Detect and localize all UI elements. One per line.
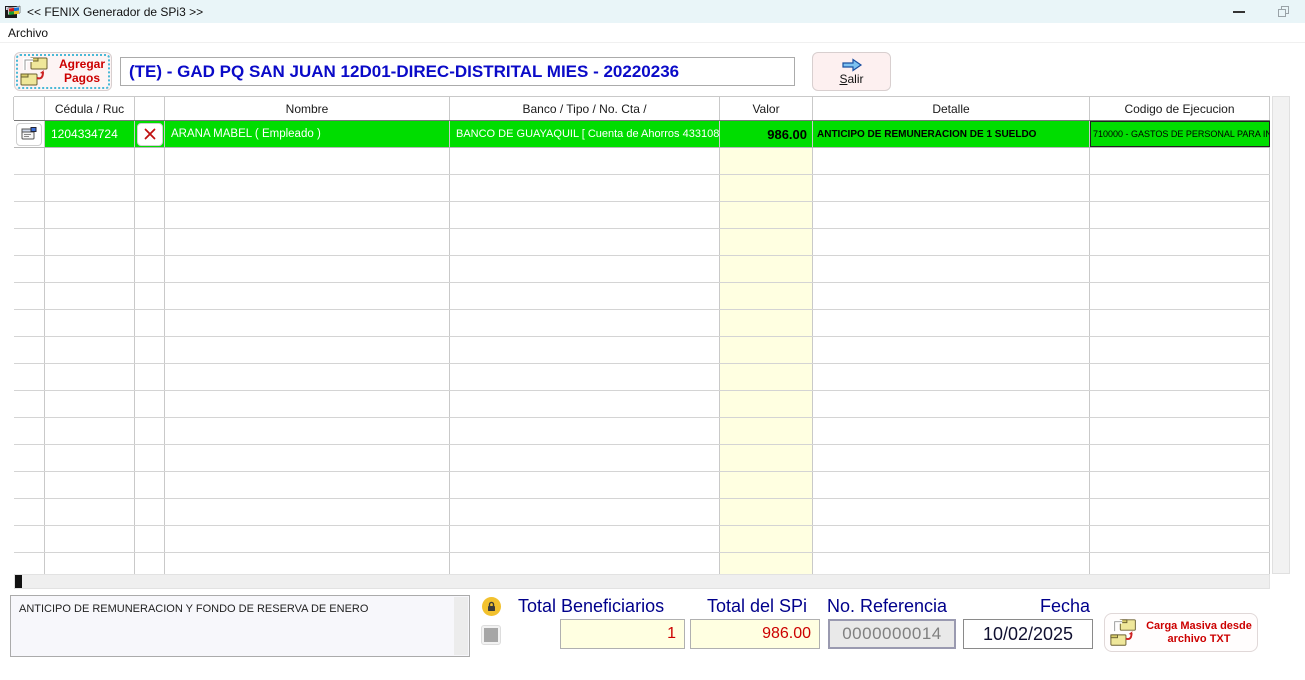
row-edit-cell	[14, 121, 45, 147]
table-row-empty[interactable]	[14, 445, 1270, 472]
carga-masiva-button[interactable]: Carga Masiva desde archivo TXT	[1104, 613, 1258, 652]
total-beneficiarios-label: Total Beneficiarios	[518, 596, 665, 616]
referencia-label: No. Referencia	[827, 596, 948, 616]
header-banco: Banco / Tipo / No. Cta /	[449, 97, 720, 120]
header-icon-col	[13, 97, 45, 120]
menu-archivo[interactable]: Archivo	[0, 24, 56, 42]
lock-icon	[482, 597, 501, 616]
menubar: Archivo	[0, 23, 1305, 43]
minimize-button[interactable]	[1217, 0, 1261, 23]
table-row-empty[interactable]	[14, 526, 1270, 553]
edit-form-icon	[21, 127, 37, 140]
cell-cedula[interactable]: 1204334724	[45, 121, 135, 147]
fecha-field[interactable]: 10/02/2025	[963, 619, 1093, 649]
table-row-empty[interactable]	[14, 337, 1270, 364]
restore-button[interactable]	[1261, 0, 1305, 23]
edit-row-button[interactable]	[16, 122, 42, 146]
minimize-icon	[1233, 10, 1245, 13]
fecha-label: Fecha	[1040, 596, 1091, 616]
table-row-empty[interactable]	[14, 202, 1270, 229]
spi-title-input[interactable]	[120, 57, 795, 86]
table-row-empty[interactable]	[14, 229, 1270, 256]
agregar-pagos-button[interactable]: Agregar Pagos	[14, 52, 112, 91]
table-row-empty[interactable]	[14, 472, 1270, 499]
carga-masiva-label: Carga Masiva desde archivo TXT	[1146, 619, 1252, 645]
table-horizontal-scrollbar[interactable]	[14, 574, 1270, 589]
header-codigo: Codigo de Ejecucion	[1089, 97, 1270, 120]
salir-label: Salir	[839, 71, 864, 86]
table-row-empty[interactable]	[14, 175, 1270, 202]
header-detalle: Detalle	[812, 97, 1090, 120]
folders-icon	[1110, 618, 1136, 646]
table-row-empty[interactable]	[14, 418, 1270, 445]
salir-button[interactable]: Salir	[812, 52, 891, 91]
restore-icon	[1277, 6, 1289, 17]
folders-icon	[20, 57, 48, 85]
titlebar: << FENIX Generador de SPi3 >>	[0, 0, 1305, 23]
detalle-pago-text: ANTICIPO DE REMUNERACION Y FONDO DE RESE…	[19, 603, 369, 615]
table-row-empty[interactable]	[14, 310, 1270, 337]
app-icon	[5, 5, 21, 18]
table-row-empty[interactable]	[14, 391, 1270, 418]
exit-arrow-icon	[841, 57, 862, 72]
header-cedula: Cédula / Ruc	[44, 97, 135, 120]
referencia-field: 0000000014	[828, 619, 956, 649]
window-title: << FENIX Generador de SPi3 >>	[27, 4, 204, 19]
delete-x-icon	[144, 128, 155, 140]
cell-detalle[interactable]: ANTICIPO DE REMUNERACION DE 1 SUELDO	[813, 121, 1090, 147]
table-row-empty[interactable]	[14, 553, 1270, 574]
cell-delete	[135, 121, 165, 147]
total-spi-label: Total del SPi	[707, 596, 808, 616]
table-header-row: Cédula / Ruc Nombre Banco / Tipo / No. C…	[13, 96, 1270, 121]
table-row-empty[interactable]	[14, 148, 1270, 175]
cell-nombre[interactable]: ARANA MABEL ( Empleado )	[165, 121, 450, 147]
table-body: 1204334724 ARANA MABEL ( Empleado ) BANC…	[14, 121, 1270, 574]
table-row-selected[interactable]: 1204334724 ARANA MABEL ( Empleado ) BANC…	[14, 121, 1270, 148]
payments-table: Cédula / Ruc Nombre Banco / Tipo / No. C…	[13, 96, 1270, 574]
table-row-empty[interactable]	[14, 256, 1270, 283]
total-beneficiarios-field: 1	[560, 619, 685, 649]
cell-banco[interactable]: BANCO DE GUAYAQUIL [ Cuenta de Ahorros 4…	[450, 121, 720, 147]
table-vertical-scrollbar[interactable]	[1272, 96, 1290, 574]
table-row-empty[interactable]	[14, 283, 1270, 310]
header-nombre: Nombre	[164, 97, 450, 120]
cell-codigo[interactable]: 710000 - GASTOS DE PERSONAL PARA INVERSI	[1090, 121, 1270, 147]
delete-row-button[interactable]	[136, 122, 163, 146]
cell-valor[interactable]: 986.00	[720, 121, 813, 147]
table-row-empty[interactable]	[14, 364, 1270, 391]
header-delete-col	[134, 97, 165, 120]
header-valor: Valor	[719, 97, 813, 120]
color-swatch-button[interactable]	[481, 625, 501, 645]
textarea-scrollbar[interactable]	[454, 597, 468, 655]
gray-swatch	[484, 628, 498, 642]
agregar-pagos-label: Agregar Pagos	[58, 56, 105, 85]
hscroll-thumb[interactable]	[15, 575, 22, 588]
total-spi-field: 986.00	[690, 619, 820, 649]
detalle-pago-textarea[interactable]: ANTICIPO DE REMUNERACION Y FONDO DE RESE…	[10, 595, 470, 657]
table-row-empty[interactable]	[14, 499, 1270, 526]
